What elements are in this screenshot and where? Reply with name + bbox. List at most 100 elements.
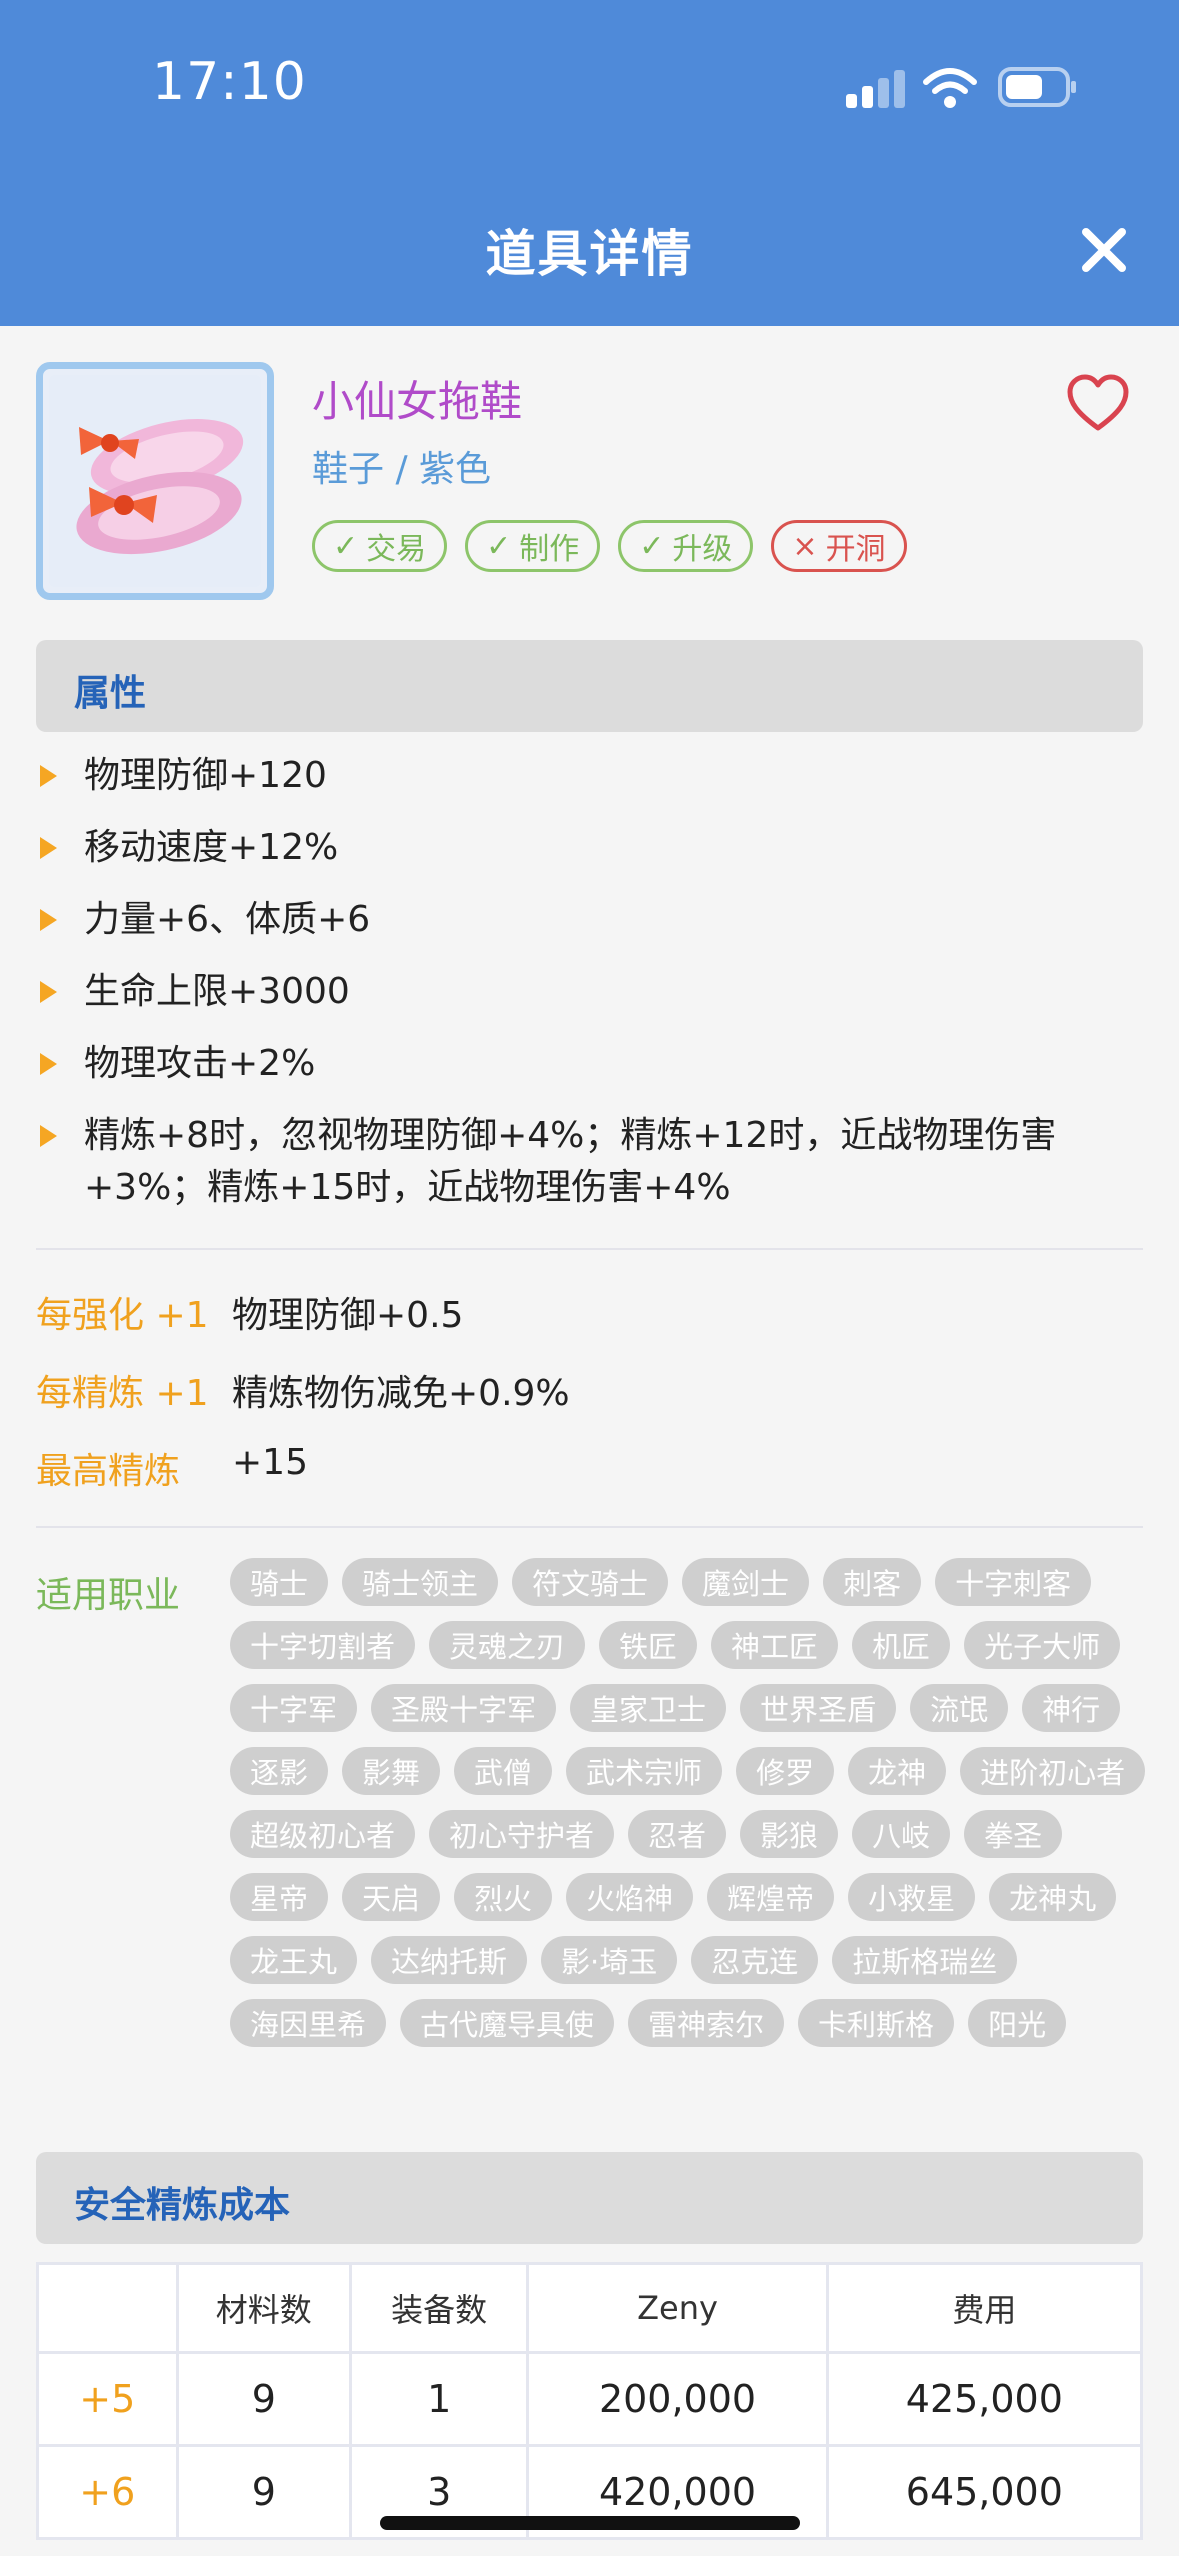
job-chip: 影·埼玉 [541,1936,678,1984]
job-chip: 圣殿十字军 [371,1684,557,1732]
job-chip: 铁匠 [599,1621,698,1669]
job-chip: 修罗 [736,1747,835,1795]
cellular-signal-icon [846,68,906,108]
job-chip: 武僧 [454,1747,553,1795]
job-chip: 达纳托斯 [371,1936,528,1984]
refine-cost-table: 材料数 装备数 Zeny 费用 +5 9 1 200,000 425,000 +… [36,2262,1144,2540]
job-chip: 灵魂之刃 [429,1621,586,1669]
tag-craft: ✓ 制作 [465,520,601,572]
app-header: 17:10 道具详情 [0,0,1179,326]
job-chip: 魔剑士 [682,1558,810,1606]
item-image [36,362,274,600]
job-chip: 星帝 [230,1873,329,1921]
divider [36,1248,1143,1250]
column-header: 费用 [825,2262,1144,2354]
job-chip: 神工匠 [711,1621,839,1669]
section-refine-cost: 安全精炼成本 [36,2152,1143,2244]
table-header-row: 材料数 装备数 Zeny 费用 [36,2262,1144,2354]
table-row: +5 9 1 200,000 425,000 [36,2351,1144,2447]
section-title: 安全精炼成本 [74,2185,291,2226]
job-chip: 逐影 [230,1747,329,1795]
slipper-icon [76,418,244,555]
job-chip: 龙王丸 [230,1936,358,1984]
bullet-triangle-icon [40,837,57,859]
job-chip: 阳光 [968,1999,1067,2047]
cross-icon: × [792,528,818,564]
job-chip: 武术宗师 [566,1747,723,1795]
column-header: Zeny [526,2262,829,2354]
job-chip: 光子大师 [964,1621,1121,1669]
bullet-triangle-icon [40,1053,57,1075]
table-cell: 1 [348,2351,530,2447]
job-chip: 火焰神 [566,1873,694,1921]
item-name: 小仙女拖鞋 [312,377,523,426]
job-chip: 十字切割者 [230,1621,416,1669]
job-chip: 龙神 [848,1747,947,1795]
job-chip: 古代魔导具使 [400,1999,615,2047]
check-icon: ✓ [486,528,512,564]
table-cell: 425,000 [825,2351,1144,2447]
table-cell: 200,000 [526,2351,829,2447]
job-chip: 骑士领主 [342,1558,499,1606]
job-chip: 神行 [1022,1684,1121,1732]
job-chip: 海因里希 [230,1999,387,2047]
item-type: 鞋子 / 紫色 [312,449,492,490]
job-chips: 骑士 骑士领主 符文骑士 魔剑士 刺客 十字刺客十字切割者 灵魂之刃 铁匠 神工匠 机匠 光子大师十… [230,1558,1160,2047]
job-chip: 烈火 [454,1873,553,1921]
job-chip: 龙神丸 [989,1873,1117,1921]
job-chip: 符文骑士 [512,1558,669,1606]
job-chip: 忍克连 [691,1936,819,1984]
table-cell: 9 [175,2444,352,2540]
job-chip: 八岐 [852,1810,951,1858]
job-chip: 皇家卫士 [570,1684,727,1732]
status-time: 17:10 [152,52,307,112]
job-chip: 进阶初心者 [960,1747,1146,1795]
job-chip: 影舞 [342,1747,441,1795]
table-cell: 645,000 [825,2444,1144,2540]
job-chip: 卡利斯格 [798,1999,955,2047]
bullet-triangle-icon [40,981,57,1003]
job-chip: 辉煌帝 [707,1873,835,1921]
job-chip: 骑士 [230,1558,329,1606]
check-icon: ✓ [639,528,665,564]
job-chip: 拳圣 [964,1810,1063,1858]
job-chip: 十字刺客 [935,1558,1092,1606]
close-icon[interactable] [1076,222,1132,278]
tag-upgrade: ✓ 升级 [618,520,754,572]
tag-trade: ✓ 交易 [312,520,448,572]
battery-icon [998,67,1076,107]
job-chip: 机匠 [852,1621,951,1669]
job-chip: 流氓 [910,1684,1009,1732]
divider [36,1526,1143,1528]
column-header: 装备数 [348,2262,530,2354]
section-attributes: 属性 [36,640,1143,732]
table-cell: +6 [36,2444,179,2540]
job-chip: 拉斯格瑞丝 [832,1936,1018,1984]
job-chip: 天启 [342,1873,441,1921]
table-cell: +5 [36,2351,179,2447]
job-chip: 世界圣盾 [740,1684,897,1732]
page-title: 道具详情 [485,225,694,283]
wifi-icon [923,68,977,108]
job-chip: 刺客 [823,1558,922,1606]
job-chip: 影狼 [740,1810,839,1858]
table-cell: 9 [175,2351,352,2447]
home-indicator[interactable] [380,2516,800,2530]
job-chip: 忍者 [628,1810,727,1858]
job-chip: 雷神索尔 [628,1999,785,2047]
bullet-triangle-icon [40,1125,57,1147]
bullet-triangle-icon [40,765,57,787]
bullet-triangle-icon [40,909,57,931]
job-chip: 十字军 [230,1684,358,1732]
job-chip: 初心守护者 [429,1810,615,1858]
column-header [36,2262,179,2354]
item-tags: ✓ 交易 ✓ 制作 ✓ 升级 × 开洞 [312,520,907,572]
jobs-label: 适用职业 [36,1575,181,1616]
check-icon: ✓ [333,528,359,564]
favorite-heart-icon[interactable] [1066,374,1130,434]
tag-socket: × 开洞 [771,520,907,572]
job-chip: 小救星 [848,1873,976,1921]
column-header: 材料数 [175,2262,352,2354]
section-title: 属性 [74,673,147,714]
job-chip: 超级初心者 [230,1810,416,1858]
